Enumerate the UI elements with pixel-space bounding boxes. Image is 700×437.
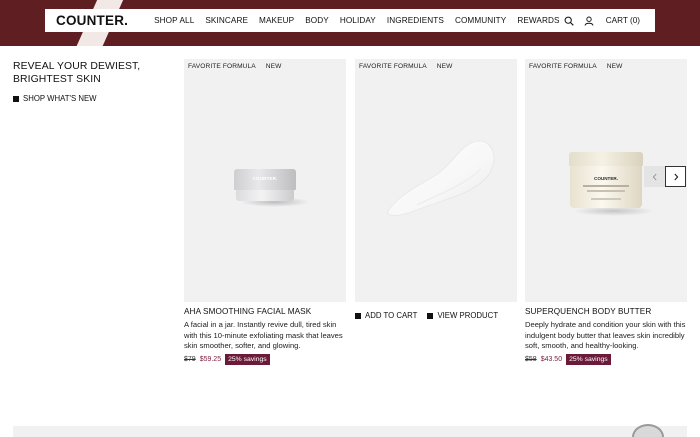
- product-badges: FAVORITE FORMULA NEW: [188, 63, 291, 70]
- savings-badge: 25% savings: [566, 353, 611, 365]
- badge-favorite-formula: FAVORITE FORMULA: [529, 63, 597, 70]
- carousel-next-button[interactable]: [665, 166, 686, 187]
- product-prices: $58 $43.50 25% savings: [525, 353, 687, 365]
- nav-item-shop-all[interactable]: SHOP ALL: [154, 16, 194, 25]
- product-name[interactable]: SUPERQUENCH BODY BUTTER: [525, 307, 687, 316]
- shop-whats-new-link[interactable]: SHOP WHAT'S NEW: [13, 94, 97, 103]
- original-price: $58: [525, 355, 537, 363]
- product-description: A facial in a jar. Instantly revive dull…: [184, 320, 343, 351]
- sale-price: $59.25: [199, 355, 222, 363]
- badge-new: NEW: [265, 63, 282, 70]
- badge-new: NEW: [606, 63, 623, 70]
- jar-brand-label: COUNTER.: [252, 176, 278, 181]
- view-product-label: VIEW PRODUCT: [437, 311, 499, 320]
- promo-heading: REVEAL YOUR DEWIEST, BRIGHTEST SKIN: [13, 61, 141, 85]
- square-bullet-icon: [13, 95, 19, 102]
- jar-brand-label: COUNTER.: [594, 176, 618, 181]
- body-butter-jar-image: COUNTER.: [569, 152, 643, 210]
- product-card-aha-mask[interactable]: FAVORITE FORMULA NEW COUNTER. AHA SMOOTH…: [184, 59, 346, 365]
- product-card-cream[interactable]: FAVORITE FORMULA NEW ADD TO CART VIEW PR…: [355, 59, 517, 320]
- product-image[interactable]: FAVORITE FORMULA NEW COUNTER.: [184, 59, 346, 302]
- header-actions: CART (0): [564, 9, 640, 32]
- square-bullet-icon: [355, 312, 361, 319]
- nav-item-ingredients[interactable]: INGREDIENTS: [387, 16, 444, 25]
- cart-link[interactable]: CART (0): [606, 16, 640, 25]
- nav-item-makeup[interactable]: MAKEUP: [259, 16, 294, 25]
- savings-badge: 25% savings: [225, 353, 270, 365]
- sale-price: $43.50: [540, 355, 563, 363]
- add-to-cart-label: ADD TO CART: [365, 311, 418, 320]
- add-to-cart-button[interactable]: ADD TO CART: [355, 311, 417, 320]
- product-description: Deeply hydrate and condition your skin w…: [525, 320, 686, 351]
- brand-logo[interactable]: COUNTER.: [56, 13, 128, 28]
- view-product-button[interactable]: VIEW PRODUCT: [427, 311, 498, 320]
- badge-favorite-formula: FAVORITE FORMULA: [188, 63, 256, 70]
- badge-new: NEW: [436, 63, 453, 70]
- nav-item-skincare[interactable]: SKINCARE: [205, 16, 248, 25]
- carousel-prev-button[interactable]: [644, 166, 665, 187]
- nav-item-holiday[interactable]: HOLIDAY: [340, 16, 376, 25]
- badge-favorite-formula: FAVORITE FORMULA: [359, 63, 427, 70]
- user-icon[interactable]: [584, 15, 595, 26]
- next-section-peek: [13, 426, 687, 437]
- square-bullet-icon: [427, 312, 434, 319]
- product-actions: ADD TO CART VIEW PRODUCT: [355, 311, 517, 320]
- mask-jar-image: COUNTER.: [234, 169, 296, 202]
- product-prices: $79 $59.25 25% savings: [184, 353, 346, 365]
- search-icon[interactable]: [564, 15, 575, 26]
- product-badges: FAVORITE FORMULA NEW: [359, 63, 462, 70]
- nav-item-rewards[interactable]: REWARDS: [517, 16, 559, 25]
- chevron-right-icon: [673, 173, 678, 180]
- product-image[interactable]: FAVORITE FORMULA NEW: [355, 59, 517, 302]
- shop-whats-new-label: SHOP WHAT'S NEW: [23, 94, 97, 103]
- cream-swatch-image: [386, 140, 495, 216]
- nav-item-body[interactable]: BODY: [305, 16, 329, 25]
- original-price: $79: [184, 355, 196, 363]
- product-badges: FAVORITE FORMULA NEW: [529, 63, 632, 70]
- product-name[interactable]: AHA SMOOTHING FACIAL MASK: [184, 307, 346, 316]
- chevron-left-icon: [652, 173, 657, 180]
- product-card-body-butter[interactable]: FAVORITE FORMULA NEW COUNTER. SUPERQUENC…: [525, 59, 687, 365]
- site-header: COUNTER. SHOP ALL SKINCARE MAKEUP BODY H…: [45, 9, 655, 32]
- nav-item-community[interactable]: COMMUNITY: [455, 16, 506, 25]
- main-nav: SHOP ALL SKINCARE MAKEUP BODY HOLIDAY IN…: [154, 16, 570, 25]
